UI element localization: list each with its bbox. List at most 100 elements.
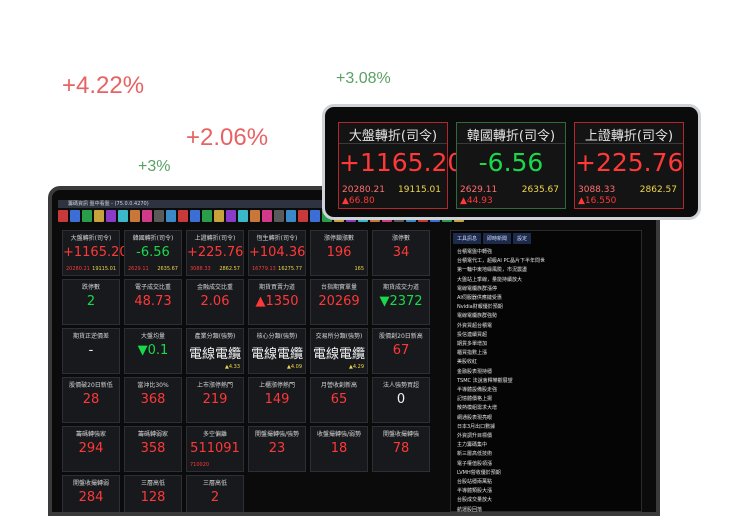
tile-sub-right: ▲4.09 xyxy=(287,364,302,370)
tile-value: +1165.20 xyxy=(339,148,464,177)
toolbar-button[interactable] xyxy=(178,210,188,222)
indicator-tile[interactable]: 韓國轉折(司令) -6.56 2629.11 2635.67 xyxy=(124,230,182,276)
indicator-tile[interactable]: 月營收創新高 65 xyxy=(310,377,368,423)
side-tab[interactable]: 即時新聞 xyxy=(483,233,512,244)
news-item[interactable]: 半導體設備股走強 xyxy=(457,386,635,395)
indicator-tile[interactable]: 上證轉折(司令) +225.76 3088.33 2862.57 xyxy=(186,230,244,276)
toolbar-button[interactable] xyxy=(202,210,212,222)
news-item[interactable]: 日本3月出口數據 xyxy=(457,423,635,432)
news-item[interactable]: 新三層高低技術 xyxy=(457,450,635,459)
toolbar-button[interactable] xyxy=(298,210,308,222)
indicator-tile[interactable]: 三層高低 128 xyxy=(124,475,182,512)
toolbar-button[interactable] xyxy=(82,210,92,222)
indicator-tile[interactable]: 法人強勢買超 0 xyxy=(372,377,430,423)
news-item[interactable]: 投信連續買超 xyxy=(457,331,635,340)
toolbar-button[interactable] xyxy=(154,210,164,222)
news-item[interactable]: 電子權值股領漲 xyxy=(457,460,635,469)
news-item[interactable]: 外資調升目標價 xyxy=(457,432,635,441)
indicator-tile[interactable]: 籌碼轉弱家 358 xyxy=(124,426,182,472)
indicator-tile[interactable]: 恆生轉折(司令) +104.36 16779.13 16275.77 xyxy=(248,230,306,276)
news-item[interactable]: 金融股表現持穩 xyxy=(457,368,635,377)
news-item[interactable]: 主力籌碼集中 xyxy=(457,441,635,450)
news-item[interactable]: 網通股表現亮眼 xyxy=(457,414,635,423)
indicator-tile[interactable]: 核心分類(強勢) 電線電纜 ▲4.09 xyxy=(248,328,306,374)
tile-title: 期貨買賣力道 xyxy=(258,284,295,291)
news-item[interactable]: 台積電代工，超級AI PC晶片下半年問世 xyxy=(457,257,635,266)
toolbar-button[interactable] xyxy=(262,210,272,222)
tile-value: +225.76 xyxy=(187,245,244,260)
tile-value: - xyxy=(88,343,94,358)
indicator-tile[interactable]: 三層高低 2 xyxy=(186,475,244,512)
toolbar-button[interactable] xyxy=(106,210,116,222)
tile-title: 交易所分類(強勢) xyxy=(315,333,363,340)
callout-tile-korea[interactable]: 韓國轉折(司令) -6.56 2629.11 2635.67 ▲44.93 xyxy=(456,122,566,209)
indicator-tile[interactable]: 大盤轉折(司令) +1165.20 20280.21 19115.01 xyxy=(62,230,128,276)
toolbar-button[interactable] xyxy=(58,210,68,222)
news-item[interactable]: 第一輪中東地緣風險，市況震盪 xyxy=(457,266,635,275)
news-item[interactable]: 航運股回落 xyxy=(457,506,635,512)
toolbar-button[interactable] xyxy=(310,210,320,222)
indicator-tile[interactable]: 台指期實單量 20269 xyxy=(310,279,368,325)
callout-tile-taiex[interactable]: 大盤轉折(司令) +1165.20 20280.21 19115.01 ▲66.… xyxy=(338,122,464,209)
news-item[interactable]: LVMH營收優於預期 xyxy=(457,469,635,478)
callout-tile-shanghai[interactable]: 上證轉折(司令) +225.76 3088.33 2862.57 ▲16.550 xyxy=(574,122,684,209)
tile-sub-right: 2862.57 xyxy=(219,266,240,272)
indicator-tile[interactable]: 上櫃漲停熱門 149 xyxy=(248,377,306,423)
toolbar-button[interactable] xyxy=(142,210,152,222)
indicator-tile[interactable]: 電子成交比重 48.73 xyxy=(124,279,182,325)
side-tab[interactable]: 工具訊息 xyxy=(453,233,482,244)
news-item[interactable]: 櫃買指數上漲 xyxy=(457,349,635,358)
indicator-tile[interactable]: 期貨成交力道 ▼2372 xyxy=(372,279,430,325)
indicator-tile[interactable]: 期貨買賣力道 ▲1350 xyxy=(248,279,306,325)
toolbar-button[interactable] xyxy=(214,210,224,222)
news-item[interactable]: 台股站穩兩萬點 xyxy=(457,478,635,487)
toolbar-button[interactable] xyxy=(286,210,296,222)
toolbar-button[interactable] xyxy=(70,210,80,222)
indicator-tile[interactable]: 開盤收撮轉強 78 xyxy=(372,426,430,472)
indicator-tile[interactable]: 期貨正逆價差 - xyxy=(62,328,120,374)
indicator-tile[interactable]: 交易所分類(強勢) 電線電纜 ▲4.29 xyxy=(310,328,368,374)
tile-value: 電線電纜 xyxy=(188,347,241,362)
indicator-tile[interactable]: 金融成交比重 2.06 xyxy=(186,279,244,325)
news-item[interactable]: 大盤站上季線，量能持續放大 xyxy=(457,276,635,285)
tile-value: +1165.20 xyxy=(63,245,128,260)
toolbar-button[interactable] xyxy=(250,210,260,222)
news-item[interactable]: 美股收紅 xyxy=(457,358,635,367)
indicator-tile[interactable]: 漲停鎖漲數 196 165 xyxy=(310,230,368,276)
indicator-tile[interactable]: 開盤撮轉強/強勢 23 xyxy=(248,426,306,472)
toolbar-button[interactable] xyxy=(238,210,248,222)
indicator-tile[interactable]: 開盤收撮轉弱 284 xyxy=(62,475,120,512)
toolbar-button[interactable] xyxy=(190,210,200,222)
news-item[interactable]: Nvidia財報優於預期 xyxy=(457,303,635,312)
toolbar-button[interactable] xyxy=(94,210,104,222)
tile-value: 358 xyxy=(140,441,166,456)
toolbar-button[interactable] xyxy=(274,210,284,222)
indicator-tile[interactable]: 籌碼轉強家 294 xyxy=(62,426,120,472)
indicator-tile[interactable]: 產業分類(強勢) 電線電纜 ▲4.33 xyxy=(186,328,244,374)
toolbar-button[interactable] xyxy=(166,210,176,222)
news-item[interactable]: 半導體類股大漲 xyxy=(457,487,635,496)
toolbar-button[interactable] xyxy=(118,210,128,222)
news-item[interactable]: 外資買超台積電 xyxy=(457,322,635,331)
toolbar-button[interactable] xyxy=(130,210,140,222)
indicator-tile[interactable]: 大盤均量 ▼0.1 xyxy=(124,328,182,374)
indicator-tile[interactable]: 上市漲停熱門 219 xyxy=(186,377,244,423)
news-item[interactable]: 電線電纜族群漲停 xyxy=(457,285,635,294)
indicator-tile[interactable]: 股價破20日新低 28 xyxy=(62,377,120,423)
indicator-tile[interactable]: 多空偏離 511091 710020 xyxy=(186,426,244,472)
indicator-tile[interactable]: 當沖比30% 368 xyxy=(124,377,182,423)
news-item[interactable]: 台積電盤中轉強 xyxy=(457,248,635,257)
news-item[interactable]: 台股成交量放大 xyxy=(457,496,635,505)
news-item[interactable]: 期貨多單增加 xyxy=(457,340,635,349)
side-tab[interactable]: 設定 xyxy=(513,233,532,244)
news-item[interactable]: TSMC 法說會釋樂觀展望 xyxy=(457,377,635,386)
indicator-tile[interactable]: 跌停數 2 xyxy=(62,279,120,325)
indicator-tile[interactable]: 股價創20日新高 67 xyxy=(372,328,430,374)
news-item[interactable]: 散熱模組需求大增 xyxy=(457,404,635,413)
news-item[interactable]: 記憶體價格上揚 xyxy=(457,395,635,404)
news-item[interactable]: AI伺服器供應鏈受惠 xyxy=(457,294,635,303)
news-item[interactable]: 電線電纜族群強勢 xyxy=(457,312,635,321)
indicator-tile[interactable]: 收盤撮轉強/弱勢 18 xyxy=(310,426,368,472)
toolbar-button[interactable] xyxy=(226,210,236,222)
indicator-tile[interactable]: 漲停數 34 xyxy=(372,230,430,276)
